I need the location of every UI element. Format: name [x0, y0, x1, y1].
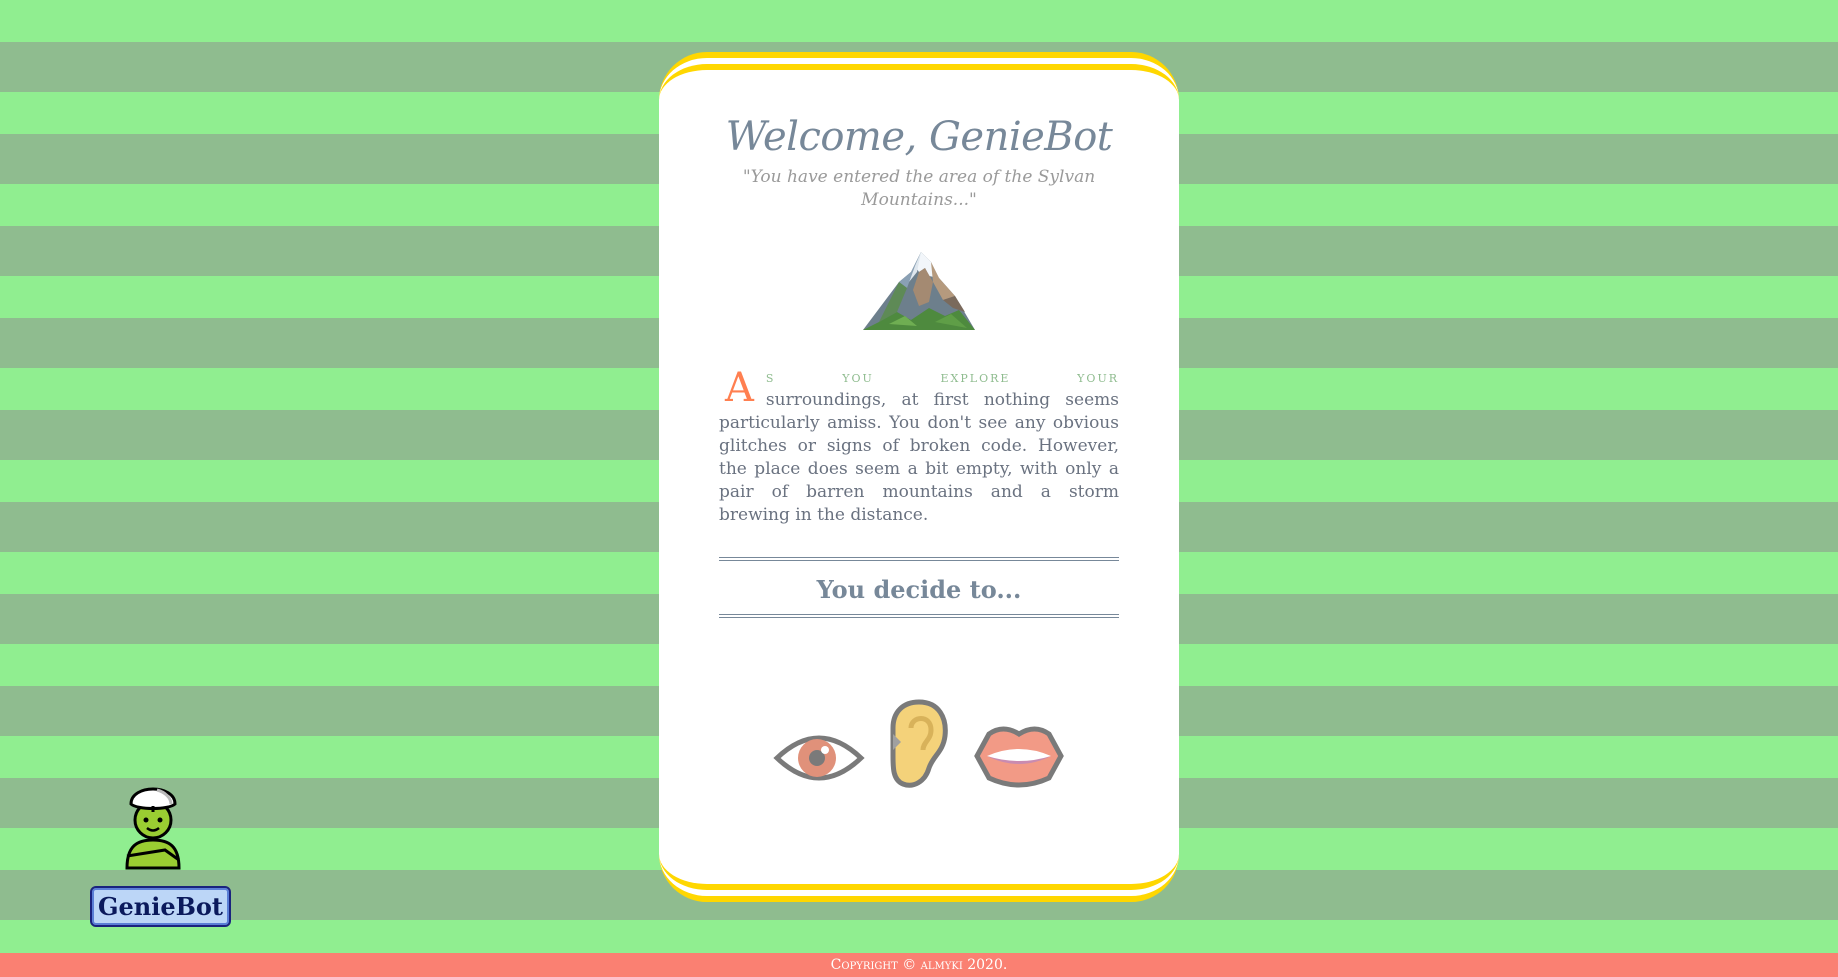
copyright-text: Copyright © almyki 2020.: [830, 957, 1008, 973]
genie-icon: [125, 787, 181, 870]
story-card: Welcome, GenieBot "You have entered the …: [659, 52, 1179, 902]
action-bar: [659, 698, 1179, 790]
drop-cap: A: [725, 365, 754, 411]
page-title: Welcome, GenieBot: [725, 114, 1113, 160]
scene-image: [719, 242, 1119, 338]
mountain-icon: [863, 252, 975, 330]
mouth-icon[interactable]: [973, 720, 1065, 790]
location-subtitle: "You have entered the area of the Sylvan…: [742, 167, 1096, 210]
player-panel: GenieBot: [90, 776, 231, 927]
story-lead: s you explore your: [765, 368, 1119, 386]
story-text: A s you explore your surroundings, at fi…: [719, 366, 1119, 527]
eye-icon[interactable]: [773, 726, 865, 790]
story-body: surroundings, at first nothing seems par…: [719, 390, 1119, 525]
footer: Copyright © almyki 2020.: [0, 953, 1838, 977]
player-name-badge: GenieBot: [90, 886, 231, 927]
ear-icon[interactable]: [887, 698, 951, 790]
divider-bottom: [719, 614, 1119, 618]
decision-prompt: You decide to...: [816, 575, 1022, 604]
